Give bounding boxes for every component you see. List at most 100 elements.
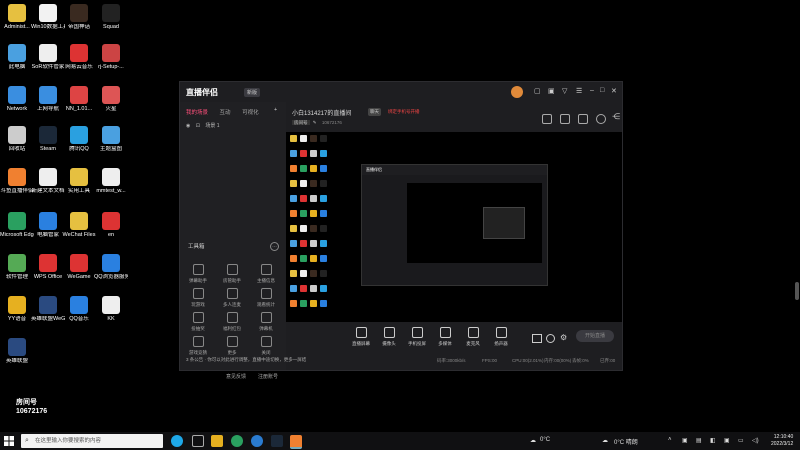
desktop-icon[interactable]: 实用工具: [62, 168, 96, 195]
lock-icon[interactable]: ⊡: [196, 123, 200, 129]
start-live-button[interactable]: 开始直播: [576, 330, 614, 342]
desktop-icon[interactable]: Microsoft Edge: [0, 212, 34, 239]
record-icon[interactable]: [546, 334, 555, 343]
share-icon[interactable]: ⋲: [612, 112, 620, 121]
toolbox-item[interactable]: 多人连麦: [218, 288, 246, 308]
desktop-icon[interactable]: en: [94, 212, 128, 239]
skin-icon[interactable]: ▽: [562, 87, 567, 95]
source-tool-button[interactable]: 直播屏幕: [348, 327, 374, 347]
tray-app4-icon[interactable]: ▣: [724, 437, 730, 444]
bell-icon[interactable]: [596, 114, 606, 124]
toolbox-item[interactable]: 投抽奖: [184, 312, 212, 332]
desktop-icon[interactable]: 此电脑: [0, 44, 34, 71]
user-avatar[interactable]: [511, 86, 523, 98]
desktop-icon[interactable]: 回收站: [0, 126, 34, 153]
gift-icon[interactable]: ▣: [548, 87, 555, 95]
network-icon[interactable]: ▭: [738, 437, 744, 444]
desktop-icon[interactable]: YY语音: [0, 296, 34, 323]
status-badge[interactable]: 绑定手机号开播: [386, 108, 422, 116]
desktop-icon[interactable]: 火星: [94, 86, 128, 113]
desktop-icon[interactable]: mmtest_w...: [94, 168, 128, 195]
desktop-icon[interactable]: WPS Office: [31, 254, 65, 281]
source-tool-button[interactable]: 多媒体: [432, 327, 458, 347]
maximize-icon[interactable]: □: [600, 87, 604, 94]
tray-app-icon[interactable]: ▣: [682, 437, 688, 444]
eye-icon[interactable]: ◉: [186, 123, 190, 129]
qq-browser-icon[interactable]: [251, 435, 263, 447]
live-app-taskbar-icon[interactable]: [290, 435, 302, 449]
desktop-icon[interactable]: 电脑管家: [31, 212, 65, 239]
desktop-icon[interactable]: Squad: [94, 4, 128, 31]
source-tool-button[interactable]: 麦克风: [460, 327, 486, 347]
steam-taskbar-icon[interactable]: [271, 435, 283, 447]
toolbox-item[interactable]: 弹幕机: [252, 312, 280, 332]
desktop-icon[interactable]: WeChat Files: [62, 212, 96, 239]
desktop-icon[interactable]: NN_1.01...: [62, 86, 96, 113]
tray-weather[interactable]: 0°C 晴朗: [614, 437, 638, 446]
camera-small-icon[interactable]: [532, 334, 542, 343]
display-icon[interactable]: [578, 114, 588, 124]
task-view-icon[interactable]: [192, 435, 204, 447]
source-tool-button[interactable]: 手机投屏: [404, 327, 430, 347]
gift-box-icon[interactable]: [542, 114, 552, 124]
category-badge[interactable]: 聊天: [368, 108, 381, 116]
desktop-icon[interactable]: Network: [0, 86, 34, 113]
edge-taskbar-icon[interactable]: [171, 435, 183, 447]
toolbox-settings-icon[interactable]: …: [270, 242, 279, 251]
toolbox-item[interactable]: 主播信息: [252, 264, 280, 284]
desktop-icon[interactable]: QQ浏览器服务: [94, 254, 128, 281]
weather-icon[interactable]: ☁: [530, 437, 536, 444]
weather-temp[interactable]: 0°C: [540, 437, 550, 443]
close-icon[interactable]: ✕: [611, 87, 617, 95]
message-icon[interactable]: ▢: [534, 87, 541, 95]
tray-app2-icon[interactable]: ▤: [696, 437, 702, 444]
desktop-icon[interactable]: SoR软件管家: [31, 44, 65, 71]
file-explorer-icon[interactable]: [211, 435, 223, 447]
toolbox-item[interactable]: 弹幕助手: [184, 264, 212, 284]
desktop-icon[interactable]: 英雄联盟: [0, 338, 34, 365]
feedback-link[interactable]: 意见反馈: [226, 373, 246, 380]
toolbox-item[interactable]: 玩游戏: [184, 288, 212, 308]
volume-icon[interactable]: ◁): [752, 437, 759, 444]
windows-start-icon[interactable]: [4, 436, 14, 446]
desktop-icon[interactable]: 主题盒图: [94, 126, 128, 153]
clock[interactable]: 12:10:40 2022/3/12: [771, 434, 793, 448]
version-tag[interactable]: 新版: [244, 88, 261, 97]
desktop-icon[interactable]: 帝国神话: [62, 4, 96, 31]
tray-cloud-icon[interactable]: ☁: [602, 437, 608, 444]
desktop-icon[interactable]: 英雄联盟WeGame版: [31, 296, 65, 323]
source-tool-button[interactable]: 扬声器: [488, 327, 514, 347]
source-tool-button[interactable]: 摄像头: [376, 327, 402, 347]
menu-icon[interactable]: ☰: [576, 87, 582, 95]
tab-my-scenes[interactable]: 我的场景: [186, 110, 208, 116]
tab-interact[interactable]: 互动: [220, 110, 231, 116]
tray-chevron-icon[interactable]: ˄: [668, 437, 672, 443]
desktop-icon[interactable]: Administ...: [0, 4, 34, 31]
desktop-icon[interactable]: 新建文本文档: [31, 168, 65, 195]
register-link[interactable]: 注册账号: [258, 373, 278, 380]
desktop-icon[interactable]: 斗鱼直播伴侣: [0, 168, 34, 195]
tab-visual[interactable]: 可视化: [242, 110, 259, 116]
desktop-icon[interactable]: rj-Setup-...: [94, 44, 128, 71]
toolbox-item[interactable]: 关闭: [252, 336, 280, 356]
desktop-icon[interactable]: 软件管理: [0, 254, 34, 281]
toolbox-item[interactable]: 游戏竞猜: [184, 336, 212, 356]
stream-preview[interactable]: 直播伴侣: [286, 132, 622, 322]
toolbox-item[interactable]: 福利红包: [218, 312, 246, 332]
taskbar-search-input[interactable]: 在这里输入你要搜索的内容: [21, 434, 163, 448]
toolbox-item[interactable]: 房管助手: [218, 264, 246, 284]
tray-app3-icon[interactable]: ◧: [710, 437, 716, 444]
minimize-icon[interactable]: –: [590, 87, 594, 94]
desktop-icon[interactable]: WeGame: [62, 254, 96, 281]
desktop-icon[interactable]: 腾讯QQ: [62, 126, 96, 153]
settings-gear-icon[interactable]: ⚙: [560, 333, 567, 342]
toolbox-item[interactable]: 更多: [218, 336, 246, 356]
toolbox-item[interactable]: 观看统计: [252, 288, 280, 308]
edit-icon[interactable]: ✎: [313, 120, 317, 125]
desktop-icon[interactable]: Win10数据工具: [31, 4, 65, 31]
desktop-icon[interactable]: QQ音乐: [62, 296, 96, 323]
add-scene-icon[interactable]: +: [274, 107, 277, 113]
browser-icon[interactable]: [231, 435, 243, 447]
scene-item[interactable]: ◉ ⊡ 场景 1: [186, 122, 220, 129]
desktop-icon[interactable]: 上网导航: [31, 86, 65, 113]
